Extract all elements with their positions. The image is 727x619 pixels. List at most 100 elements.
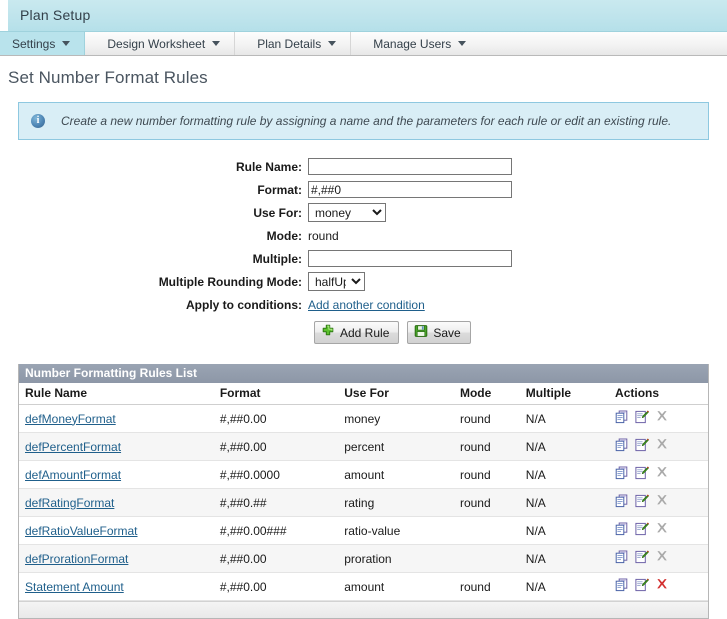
cell-rule-name: defPercentFormat <box>19 432 220 461</box>
cell-format: #,##0.00 <box>219 432 345 461</box>
edit-pencil-icon[interactable] <box>635 578 650 595</box>
number-formatting-rules-panel: Number Formatting Rules List Rule Name F… <box>18 364 709 619</box>
plus-icon <box>321 324 335 341</box>
cell-multiple: N/A <box>525 572 616 601</box>
cell-multiple: N/A <box>525 460 616 489</box>
rule-name-input[interactable] <box>308 158 512 175</box>
column-header-rule-name: Rule Name <box>19 383 220 405</box>
rule-name-label: Rule Name: <box>235 159 302 174</box>
table-row: Statement Amount #,##0.00 amount round N/A <box>19 572 708 601</box>
delete-x-icon <box>655 550 669 567</box>
cell-rule-name: defProrationFormat <box>19 544 220 573</box>
rules-table-body: defMoneyFormat #,##0.00 money round N/A defPe… <box>19 404 708 601</box>
cell-mode: round <box>459 404 526 433</box>
tab-design-worksheet[interactable]: Design Worksheet <box>85 32 236 55</box>
info-banner-text: Create a new number formatting rule by a… <box>61 114 672 128</box>
use-for-label: Use For: <box>253 205 302 220</box>
multiple-label: Multiple: <box>252 251 302 266</box>
info-circle-icon: i <box>31 114 45 128</box>
cell-mode: round <box>459 572 526 601</box>
copy-icon[interactable] <box>615 522 629 539</box>
chevron-down-icon <box>328 41 337 46</box>
copy-icon[interactable] <box>615 410 629 427</box>
rule-name-field-wrap <box>308 158 709 175</box>
table-row: defMoneyFormat #,##0.00 money round N/A <box>19 404 708 433</box>
delete-x-icon <box>655 410 669 427</box>
form-row-multiple-rounding-mode: Multiple Rounding Mode: halfUp <box>18 271 709 292</box>
edit-pencil-icon[interactable] <box>635 466 650 483</box>
mode-label: Mode: <box>266 228 302 243</box>
cell-use-for: amount <box>344 572 460 601</box>
copy-icon[interactable] <box>615 466 629 483</box>
delete-x-icon[interactable] <box>655 578 669 595</box>
edit-pencil-icon[interactable] <box>635 522 650 539</box>
page-title: Set Number Format Rules <box>8 68 208 87</box>
edit-pencil-icon[interactable] <box>635 550 650 567</box>
multiple-rounding-mode-label: Multiple Rounding Mode: <box>158 274 302 289</box>
tab-plan-details[interactable]: Plan Details <box>235 32 352 55</box>
app-header: Plan Setup <box>0 0 727 32</box>
form-row-use-for: Use For: money <box>18 202 709 223</box>
edit-pencil-icon[interactable] <box>635 410 650 427</box>
use-for-select[interactable]: money <box>308 203 386 222</box>
cell-actions <box>615 432 708 461</box>
rule-name-link[interactable]: Statement Amount <box>25 580 124 594</box>
column-header-actions: Actions <box>615 383 708 405</box>
cell-use-for: ratio-value <box>344 516 460 545</box>
chevron-down-icon <box>212 41 221 46</box>
tab-bar-spacer <box>480 32 727 55</box>
rule-name-link[interactable]: defRatioValueFormat <box>25 524 138 538</box>
column-header-multiple: Multiple <box>525 383 616 405</box>
use-for-field-wrap: money <box>308 203 709 222</box>
cell-rule-name: Statement Amount <box>19 572 220 601</box>
cell-rule-name: defRatingFormat <box>19 488 220 517</box>
chevron-down-icon <box>62 41 71 46</box>
tab-settings[interactable]: Settings <box>0 32 86 55</box>
copy-icon[interactable] <box>615 578 629 595</box>
rule-name-link[interactable]: defAmountFormat <box>25 468 121 482</box>
add-rule-button[interactable]: Add Rule <box>314 321 400 344</box>
cell-use-for: money <box>344 404 460 433</box>
rule-name-link[interactable]: defProrationFormat <box>25 552 128 566</box>
save-disk-icon <box>414 324 428 341</box>
info-banner: i Create a new number formatting rule by… <box>18 102 709 140</box>
cell-rule-name: defRatioValueFormat <box>19 516 220 545</box>
copy-icon[interactable] <box>615 438 629 455</box>
save-button-label: Save <box>433 325 461 340</box>
cell-mode: round <box>459 488 526 517</box>
cell-format: #,##0.00 <box>219 404 345 433</box>
copy-icon[interactable] <box>615 494 629 511</box>
header-left-edge <box>0 0 8 31</box>
edit-pencil-icon[interactable] <box>635 438 650 455</box>
cell-actions <box>615 544 708 573</box>
tab-design-worksheet-label: Design Worksheet <box>107 36 206 51</box>
cell-mode <box>459 544 526 573</box>
column-header-mode: Mode <box>459 383 526 405</box>
save-button[interactable]: Save <box>407 321 471 344</box>
delete-x-icon <box>655 466 669 483</box>
app-title: Plan Setup <box>20 7 91 23</box>
form-row-format: Format: <box>18 179 709 200</box>
rule-name-link[interactable]: defRatingFormat <box>25 496 114 510</box>
multiple-rounding-mode-field-wrap: halfUp <box>308 272 709 291</box>
format-input[interactable] <box>308 181 512 198</box>
delete-x-icon <box>655 494 669 511</box>
multiple-rounding-mode-select[interactable]: halfUp <box>308 272 365 291</box>
page-content: i Create a new number formatting rule by… <box>0 102 727 619</box>
apply-to-conditions-label: Apply to conditions: <box>186 297 302 312</box>
cell-multiple: N/A <box>525 488 616 517</box>
add-another-condition-link[interactable]: Add another condition <box>308 298 425 312</box>
table-row: defAmountFormat #,##0.0000 amount round N/A <box>19 460 708 489</box>
tab-manage-users[interactable]: Manage Users <box>351 32 480 55</box>
multiple-input[interactable] <box>308 250 512 267</box>
cell-rule-name: defMoneyFormat <box>19 404 220 433</box>
edit-pencil-icon[interactable] <box>635 494 650 511</box>
tab-settings-label: Settings <box>12 36 56 51</box>
form-row-multiple: Multiple: <box>18 248 709 269</box>
table-row: defRatioValueFormat #,##0.00### ratio-valu… <box>19 516 708 545</box>
rule-name-link[interactable]: defPercentFormat <box>25 440 121 454</box>
cell-rule-name: defAmountFormat <box>19 460 220 489</box>
table-row: defProrationFormat #,##0.00 proration N/A <box>19 544 708 573</box>
copy-icon[interactable] <box>615 550 629 567</box>
rule-name-link[interactable]: defMoneyFormat <box>25 412 116 426</box>
